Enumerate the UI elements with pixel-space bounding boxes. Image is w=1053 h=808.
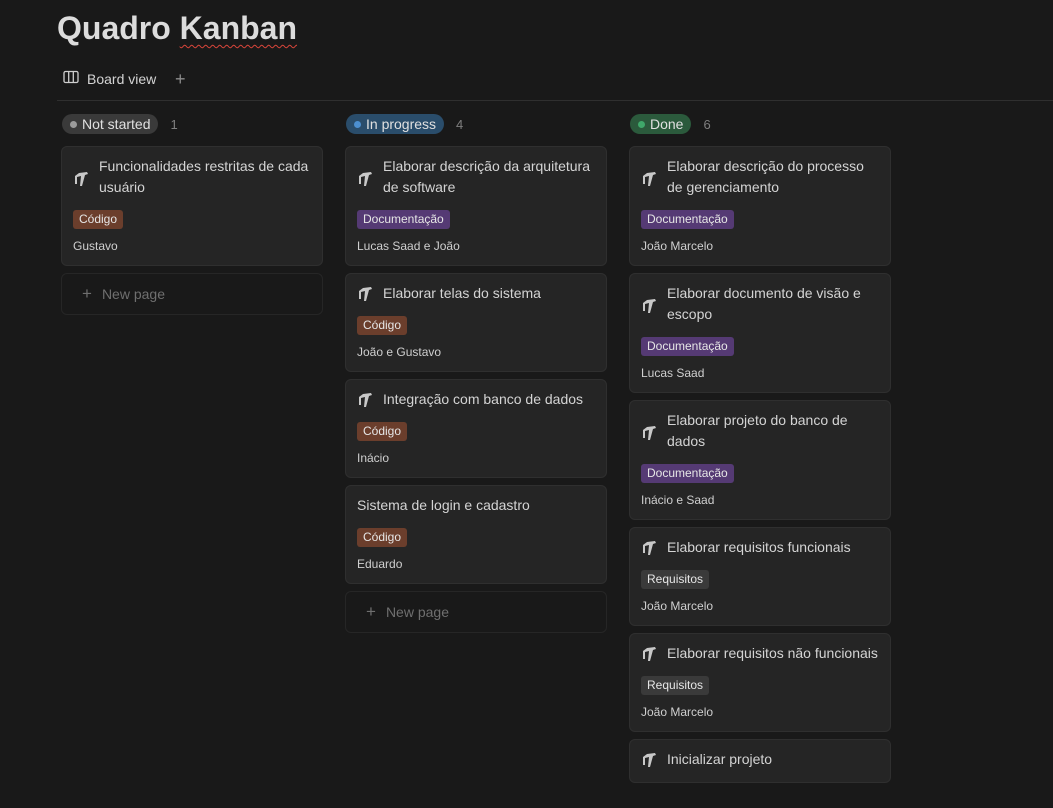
view-divider [57,100,1053,101]
card-title: Funcionalidades restritas de cada usuári… [99,158,309,195]
card-title: Elaborar requisitos não funcionais [667,645,878,661]
card-assignee: Lucas Saad [641,366,705,380]
card[interactable]: Inicializar projeto [629,739,891,783]
board-columns-icon [63,70,79,89]
card[interactable]: Elaborar requisitos não funcionais Requi… [629,633,891,732]
plus-icon: + [175,68,186,89]
card[interactable]: Elaborar projeto do banco de dados Docum… [629,400,891,520]
new-page-button[interactable]: + New page [345,591,607,633]
page-icon [641,646,658,663]
tab-board-view[interactable]: Board view [57,68,162,91]
column-header: Not started 1 [62,112,323,136]
plus-icon: + [366,602,376,621]
card[interactable]: Elaborar descrição do processo de gerenc… [629,146,891,266]
view-bar: Board view + [57,64,190,94]
card-title: Elaborar descrição da arquitetura de sof… [383,158,591,195]
page-icon [641,540,658,557]
page-title[interactable]: Quadro Kanban [57,10,297,47]
tag-badge: Requisitos [641,676,710,695]
column-in-progress: In progress 4 Elaborar descrição da arqu… [345,112,607,633]
status-label: Done [650,116,684,132]
card-assignee: Gustavo [73,239,118,253]
tag-badge: Código [357,422,408,441]
new-page-label: New page [101,286,165,302]
status-label: Not started [82,116,151,132]
tag-badge: Código [73,210,124,229]
page-icon [357,286,374,303]
card[interactable]: Elaborar requisitos funcionais Requisito… [629,527,891,626]
card[interactable]: Integração com banco de dados Código Iná… [345,379,607,478]
status-pill-done[interactable]: Done [630,114,692,134]
page-title-part2: Kanban [179,10,298,46]
page-icon [641,425,658,442]
status-pill-in-progress[interactable]: In progress [346,114,445,134]
add-view-button[interactable]: + [170,69,190,89]
column-count: 6 [703,116,711,132]
plus-icon: + [82,284,92,303]
card-assignee: João Marcelo [641,239,714,253]
page-icon [73,171,90,188]
card-assignee: Eduardo [357,557,403,571]
tag-badge: Requisitos [641,570,710,589]
card-title: Inicializar projeto [667,751,773,767]
card-assignee: Lucas Saad e João [357,239,460,253]
tag-badge: Documentação [641,210,734,229]
tag-badge: Documentação [641,337,734,356]
page-icon [641,171,658,188]
status-dot-icon [70,120,77,128]
card-assignee: João e Gustavo [357,345,442,359]
card-list: Elaborar descrição do processo de gerenc… [629,146,891,783]
status-label: In progress [366,116,437,132]
page-icon [641,752,658,769]
card-assignee: Inácio e Saad [641,493,715,507]
status-pill-not-started[interactable]: Not started [62,114,159,134]
tag-badge: Documentação [357,210,450,229]
card-list: Elaborar descrição da arquitetura de sof… [345,146,607,584]
card-title: Elaborar telas do sistema [383,285,541,301]
card[interactable]: Sistema de login e cadastro Código Eduar… [345,485,607,584]
status-dot-icon [638,120,645,128]
card-assignee: Inácio [357,451,390,465]
card-list: Funcionalidades restritas de cada usuári… [61,146,323,266]
column-count: 1 [170,116,178,132]
tag-badge: Documentação [641,464,734,483]
page-icon [357,392,374,409]
column-done: Done 6 Elaborar descrição do processo de… [629,112,891,783]
column-header: Done 6 [630,112,891,136]
page-title-part1: Quadro [57,10,171,46]
column-header: In progress 4 [346,112,607,136]
card[interactable]: Funcionalidades restritas de cada usuári… [61,146,323,266]
new-page-button[interactable]: + New page [61,273,323,315]
card[interactable]: Elaborar descrição da arquitetura de sof… [345,146,607,266]
card-title: Elaborar requisitos funcionais [667,539,851,555]
new-page-label: New page [385,604,449,620]
tab-board-view-label: Board view [87,71,157,87]
card[interactable]: Elaborar telas do sistema Código João e … [345,273,607,372]
card-assignee: João Marcelo [641,705,714,719]
card-title: Elaborar documento de visão e escopo [667,285,861,322]
card-title: Integração com banco de dados [383,391,584,407]
column-not-started: Not started 1 Funcionalidades restritas … [61,112,323,315]
card-title: Elaborar projeto do banco de dados [667,412,848,449]
page-icon [357,171,374,188]
card-assignee: João Marcelo [641,599,714,613]
tag-badge: Código [357,316,408,335]
page-icon [641,298,658,315]
card-title: Elaborar descrição do processo de gerenc… [667,158,864,195]
column-count: 4 [456,116,464,132]
tag-badge: Código [357,528,408,547]
card[interactable]: Elaborar documento de visão e escopo Doc… [629,273,891,393]
status-dot-icon [354,120,361,128]
kanban-page: Quadro Kanban Board view + Not started 1… [0,0,1053,808]
card-title: Sistema de login e cadastro [357,497,530,513]
